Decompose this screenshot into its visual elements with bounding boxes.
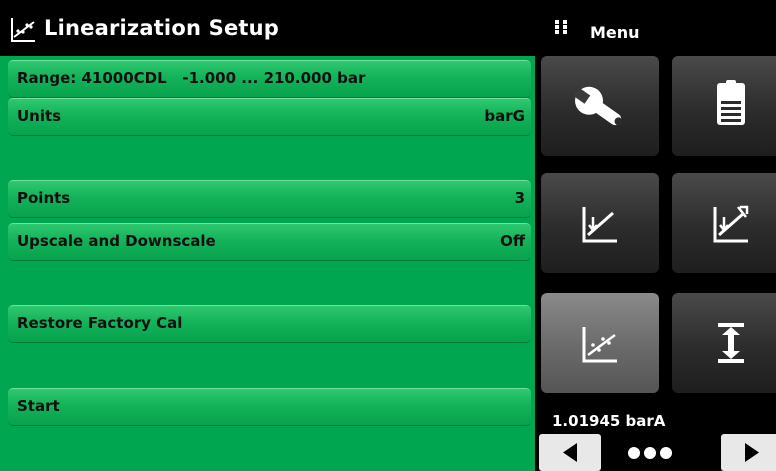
document-icon	[717, 80, 745, 125]
start-label: Start	[17, 397, 60, 415]
menu-header[interactable]: Menu	[535, 0, 776, 56]
page-title: Linearization Setup	[44, 16, 280, 40]
upscale-downscale-row[interactable]: Upscale and Downscale Off	[8, 223, 531, 261]
head-correction-tile[interactable]	[672, 293, 776, 393]
zero-calibration-tile[interactable]	[541, 173, 659, 273]
head-correction-icon	[718, 323, 744, 363]
info-tile[interactable]	[672, 56, 776, 156]
grid-dots-icon	[555, 20, 569, 34]
settings-tile[interactable]	[541, 56, 659, 156]
restore-factory-cal-label: Restore Factory Cal	[17, 314, 183, 332]
zero-calibration-icon	[582, 207, 617, 243]
units-label: Units	[17, 107, 62, 125]
title-bar: Linearization Setup	[0, 0, 535, 56]
upscale-downscale-label: Upscale and Downscale	[17, 232, 216, 250]
previous-page-button[interactable]	[539, 434, 601, 471]
wrench-icon	[573, 86, 623, 126]
range-row[interactable]: Range: 41000CDL -1.000 ... 210.000 bar	[8, 60, 531, 98]
start-button[interactable]: Start	[8, 388, 531, 426]
linearization-icon	[582, 327, 617, 363]
points-label: Points	[17, 189, 71, 207]
linearization-chart-icon	[11, 18, 35, 42]
points-row[interactable]: Points 3	[8, 180, 531, 218]
points-value: 3	[514, 189, 525, 207]
page-indicator	[628, 444, 678, 464]
arrow-right-icon	[745, 443, 759, 462]
span-calibration-icon	[713, 205, 749, 243]
arrow-left-icon	[563, 443, 577, 462]
linearization-tile[interactable]	[541, 293, 659, 393]
units-row[interactable]: Units barG	[8, 98, 531, 136]
range-label: Range: 41000CDL -1.000 ... 210.000 bar	[17, 69, 366, 87]
next-page-button[interactable]	[721, 434, 776, 471]
barometer-reading: 1.01945 barA	[552, 412, 666, 430]
units-value: barG	[484, 107, 525, 125]
span-calibration-tile[interactable]	[672, 173, 776, 273]
upscale-downscale-value: Off	[500, 232, 525, 250]
restore-factory-cal-button[interactable]: Restore Factory Cal	[8, 305, 531, 343]
menu-panel: 1.01945 barA	[535, 56, 776, 471]
settings-panel: Range: 41000CDL -1.000 ... 210.000 bar U…	[0, 56, 535, 471]
menu-label: Menu	[590, 23, 640, 42]
